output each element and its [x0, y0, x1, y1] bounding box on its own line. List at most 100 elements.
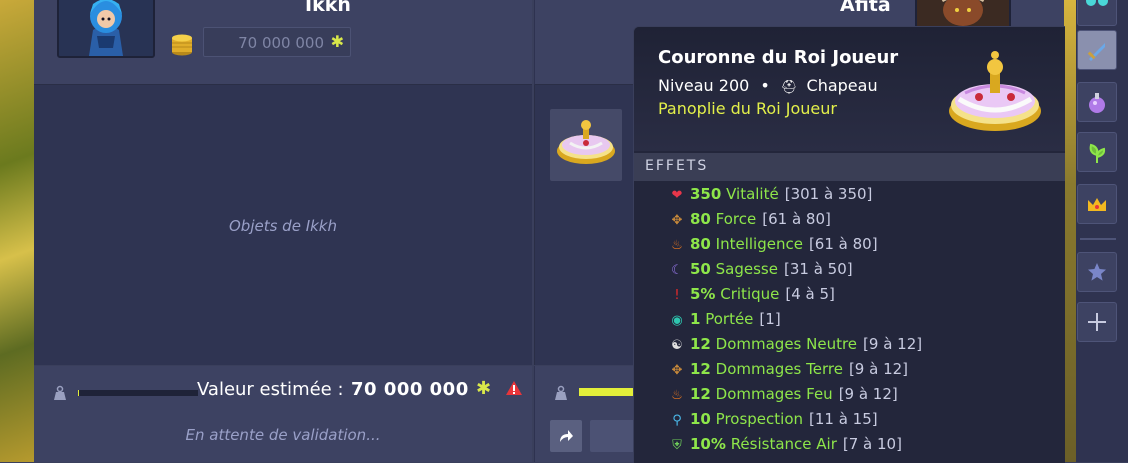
effect-value: 5%: [690, 285, 716, 303]
background-scenery-right: [1064, 0, 1076, 462]
effect-value: 12: [690, 335, 711, 353]
estimated-value-label: Valeur estimée :: [197, 379, 344, 400]
effect-range: [11 à 15]: [809, 410, 878, 428]
effect-range: [4 à 5]: [785, 285, 835, 303]
left-weight-bar: [78, 390, 198, 396]
effect-value: 1: [690, 310, 701, 328]
item-tooltip: Couronne du Roi Joueur Niveau 200 • ⛑ Ch…: [633, 26, 1065, 463]
kamas-icon: ✱: [476, 378, 492, 399]
sidebar-star-button[interactable]: [1077, 252, 1117, 292]
effect-range: [9 à 12]: [848, 360, 909, 378]
item-level: Niveau 200: [658, 76, 750, 95]
sidebar-potion-button[interactable]: [1077, 82, 1117, 122]
item-slot-couronne[interactable]: [550, 109, 622, 181]
left-player-header: Ikkh 70 000 000 ✱: [34, 0, 532, 85]
left-items-area: Objets de Ikkh: [34, 85, 532, 365]
effect-row: ☯ 12 Dommages Neutre [9 à 12]: [668, 335, 922, 359]
effect-label: Force: [715, 210, 757, 228]
crown-item-icon: [557, 120, 615, 164]
magnifier-icon: ⚲: [672, 413, 682, 428]
crown-icon: [1078, 193, 1116, 221]
item-image: [945, 49, 1045, 143]
sidebar-leaf-button[interactable]: [1077, 132, 1117, 172]
heart-icon: ❤: [671, 188, 683, 203]
right-sidebar: [1076, 0, 1128, 462]
sidebar-crown-button[interactable]: [1077, 184, 1117, 224]
item-level-line: Niveau 200 • ⛑ Chapeau: [658, 76, 878, 95]
left-player-name: Ikkh: [305, 0, 351, 16]
effect-row: ! 5% Critique [4 à 5]: [668, 285, 835, 309]
warning-icon[interactable]: [505, 380, 523, 400]
left-summary: Valeur estimée : 70 000 000 ✱ En attente…: [34, 366, 532, 462]
background-scenery-left: [0, 0, 34, 462]
effect-range: [301 à 350]: [784, 185, 873, 203]
potion-icon: [1078, 91, 1116, 119]
effect-value: 80: [690, 210, 711, 228]
effect-value: 10%: [690, 435, 726, 453]
estimated-value: 70 000 000: [351, 379, 469, 400]
leaf-icon: [1078, 141, 1116, 169]
effect-range: [9 à 12]: [863, 335, 923, 353]
item-set-name[interactable]: Panoplie du Roi Joueur: [658, 99, 837, 118]
sidebar-separator: [1080, 238, 1116, 240]
eye-icon: ◉: [671, 313, 683, 328]
effect-row: ☾ 50 Sagesse [31 à 50]: [668, 260, 853, 284]
plus-icon: [1078, 311, 1116, 337]
earth-icon: ✥: [671, 213, 683, 228]
right-player-name: Afita: [840, 0, 891, 16]
effect-row: ✥ 12 Dommages Terre [9 à 12]: [668, 360, 908, 384]
effect-value: 12: [690, 385, 711, 403]
sidebar-glasses-button[interactable]: [1077, 0, 1117, 26]
effect-label: Critique: [720, 285, 780, 303]
kamas-icon: ✱: [330, 32, 344, 51]
effect-label: Prospection: [715, 410, 803, 428]
earth-icon: ✥: [671, 363, 683, 378]
effect-label: Portée: [705, 310, 754, 328]
neutral-icon: ☯: [671, 338, 683, 353]
star-icon: [1078, 261, 1116, 287]
effect-label: Dommages Feu: [715, 385, 833, 403]
left-items-empty-label: Objets de Ikkh: [228, 217, 337, 235]
fire-icon: ♨: [671, 388, 683, 403]
effect-label: Sagesse: [715, 260, 778, 278]
effect-label: Vitalité: [726, 185, 779, 203]
effect-range: [1]: [759, 310, 781, 328]
sidebar-plus-button[interactable]: [1077, 302, 1117, 342]
item-name: Couronne du Roi Joueur: [658, 47, 899, 68]
hat-icon: ⛑: [780, 80, 798, 95]
weight-icon: [553, 385, 569, 405]
shield-air-icon: ⛨: [672, 438, 682, 453]
left-player-avatar: [57, 0, 155, 58]
effect-row: ⛨ 10% Résistance Air [7 à 10]: [668, 435, 902, 459]
effect-range: [61 à 80]: [808, 235, 878, 253]
weight-icon: [52, 385, 68, 405]
level-separator: •: [760, 76, 770, 95]
effect-value: 10: [690, 410, 711, 428]
share-button[interactable]: [550, 420, 582, 452]
kamas-offer-input[interactable]: 70 000 000 ✱: [203, 27, 351, 57]
sword-icon: [1078, 39, 1116, 67]
item-type: Chapeau: [806, 76, 878, 95]
effect-range: [61 à 80]: [762, 210, 831, 228]
kamas-coin-icon: [170, 30, 194, 60]
effect-range: [31 à 50]: [783, 260, 853, 278]
effect-row: ❤ 350 Vitalité [301 à 350]: [668, 185, 873, 209]
left-weight-bar-fill: [78, 390, 80, 396]
right-weight-bar: [579, 388, 639, 396]
effect-label: Intelligence: [715, 235, 803, 253]
share-arrow-icon: [560, 430, 573, 442]
effect-value: 12: [690, 360, 711, 378]
effects-title: EFFETS: [634, 153, 1065, 181]
fire-icon: ♨: [671, 238, 683, 253]
critical-icon: !: [674, 288, 680, 303]
effect-value: 50: [690, 260, 711, 278]
tooltip-header: Couronne du Roi Joueur Niveau 200 • ⛑ Ch…: [634, 27, 1065, 151]
effect-row: ♨ 12 Dommages Feu [9 à 12]: [668, 385, 898, 409]
sidebar-sword-button[interactable]: [1077, 30, 1117, 70]
effect-value: 80: [690, 235, 711, 253]
effect-row: ◉ 1 Portée [1]: [668, 310, 781, 334]
kamas-offer-value: 70 000 000: [238, 34, 324, 52]
effect-row: ✥ 80 Force [61 à 80]: [668, 210, 831, 234]
glasses-icon: [1078, 0, 1116, 19]
effect-label: Dommages Neutre: [715, 335, 858, 353]
